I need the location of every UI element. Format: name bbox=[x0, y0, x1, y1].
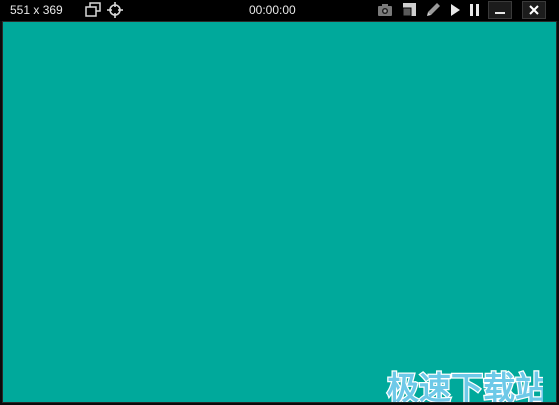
pause-icon[interactable] bbox=[466, 1, 482, 19]
minimize-button[interactable] bbox=[488, 1, 512, 19]
pencil-icon[interactable] bbox=[424, 1, 442, 19]
toolbar: 551 x 369 00:00:00 bbox=[0, 0, 559, 21]
close-icon bbox=[529, 5, 539, 15]
camera-icon[interactable] bbox=[376, 1, 394, 19]
recording-timer: 00:00:00 bbox=[249, 3, 296, 17]
minimize-icon bbox=[495, 12, 505, 14]
capture-size-label: 551 x 369 bbox=[10, 3, 63, 17]
watermark-text: 极速下载站 bbox=[387, 369, 543, 402]
crosshair-icon[interactable] bbox=[106, 1, 124, 19]
region-select-icon[interactable] bbox=[84, 1, 102, 19]
play-icon[interactable] bbox=[447, 1, 463, 19]
watermark-logo: 极速下载站 bbox=[386, 368, 543, 402]
picture-in-picture-icon[interactable] bbox=[400, 1, 418, 19]
recorder-window: 551 x 369 00:00:00 极速下载站 bbox=[0, 0, 559, 405]
close-button[interactable] bbox=[522, 1, 546, 19]
capture-area[interactable]: 极速下载站 bbox=[3, 22, 556, 402]
